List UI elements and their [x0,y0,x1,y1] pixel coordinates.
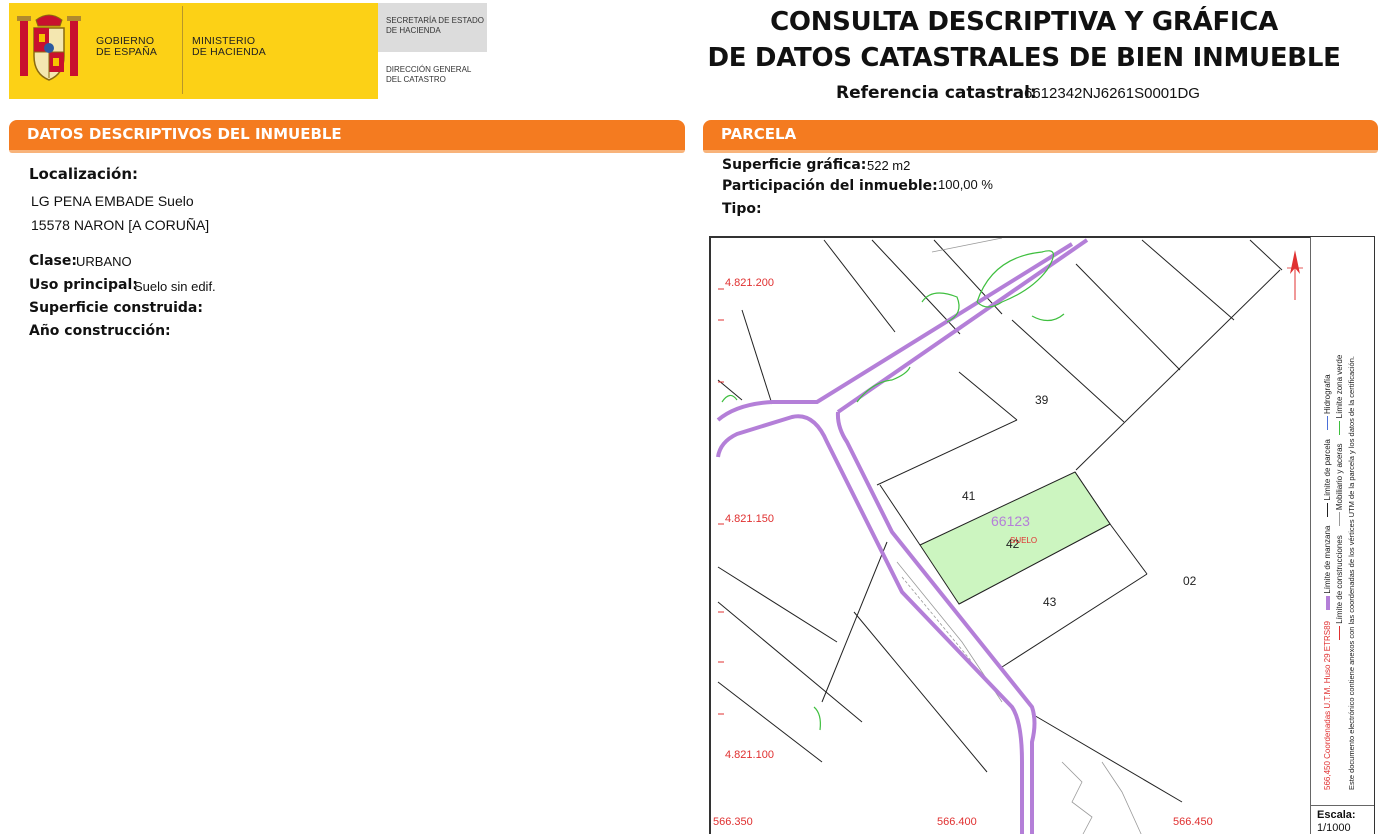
localizacion-line1: LG PENA EMBADE Suelo [31,193,194,209]
participacion-value: 100,00 % [938,177,993,192]
coat-of-arms-icon [17,14,81,81]
superficie-grafica-value: 522 m2 [867,158,911,173]
legend-furniture-swatch [1339,512,1341,527]
legend-construction: Límite de construcciones [1335,535,1344,624]
legend-furniture: Mobiliario y aceras [1335,443,1344,511]
tipo-label: Tipo: [722,201,762,217]
superficie-construida-label: Superficie construida: [29,300,203,316]
y-coord-label: 4.821.200 [725,277,774,289]
logo-divider [182,6,183,94]
legend-block-limit: Límite de manzana [1323,525,1332,594]
uso-principal-value: Suelo sin edif. [134,279,216,294]
participacion-label: Participación del inmueble: [722,178,938,194]
scale-value: 1/1000 [1317,822,1351,834]
direccion-text: DIRECCIÓN GENERAL DEL CATASTRO [386,65,472,84]
page-title: CONSULTA DESCRIPTIVA Y GRÁFICA DE DATOS C… [707,7,1341,73]
legend-parcel-limit: Límite de parcela [1323,439,1332,501]
anio-construccion-label: Año construcción: [29,323,171,339]
legend-hydro-swatch [1327,416,1329,431]
grid-ticks [718,288,724,715]
gobierno-text: GOBIERNO DE ESPAÑA [96,35,158,58]
clase-label: Clase: [29,253,77,269]
parcel-number: 43 [1043,595,1057,609]
cadastral-map: 4.821.200 4.821.150 4.821.100 566.350 56… [709,236,1375,834]
map-legend-text: 566,450 Coordenadas U.T.M. Huso 29 ETRS8… [1322,270,1358,790]
x-coord-label: 566.350 [713,816,753,828]
parcela-header: PARCELA [703,120,1378,153]
referencia-value: 6612342NJ6261S0001DG [1024,85,1200,102]
datos-descriptivos-header: DATOS DESCRIPTIVOS DEL INMUEBLE [9,120,685,153]
scale-label: Escala: [1317,809,1356,821]
parcel-number: 41 [962,489,976,503]
y-coord-label: 4.821.150 [725,513,774,525]
localizacion-line2: 15578 NARON [A CORUÑA] [31,217,210,233]
legend-doc-note: Este documento electrónico contiene anex… [1347,356,1356,790]
y-coord-label: 4.821.100 [725,749,774,761]
parcel-number: 02 [1183,574,1197,588]
green-zone-limits [721,250,1065,731]
cadastral-map-drawing: 4.821.200 4.821.150 4.821.100 566.350 56… [713,238,1303,834]
x-coord-label: 566.400 [937,816,977,828]
legend-hydro: Hidrografía [1323,374,1332,414]
superficie-grafica-label: Superficie gráfica: [722,157,867,173]
scale-box: Escala: 1/1000 [1310,805,1374,834]
legend-block-limit-swatch [1325,595,1330,610]
legend-construction-swatch [1339,626,1341,640]
ministerio-text: MINISTERIO DE HACIENDA [192,35,266,58]
legend-coords-note: 566,450 Coordenadas U.T.M. Huso 29 ETRS8… [1323,621,1332,790]
localizacion-label: Localización: [29,165,139,183]
legend-parcel-limit-swatch [1327,502,1329,517]
suelo-label: SUELO [1010,536,1037,545]
block-code-label: 66123 [991,513,1030,529]
legend-green-swatch [1339,420,1341,435]
legend-green: Límite zona verde [1335,354,1344,419]
referencia-label: Referencia catastral: [836,83,1037,103]
x-coord-label: 566.450 [1173,816,1213,828]
parcel-number: 39 [1035,393,1049,407]
uso-principal-label: Uso principal: [29,277,138,293]
secretaria-text: SECRETARÍA DE ESTADO DE HACIENDA [386,16,484,35]
north-arrow-icon [1287,250,1303,300]
clase-value: URBANO [76,254,132,269]
